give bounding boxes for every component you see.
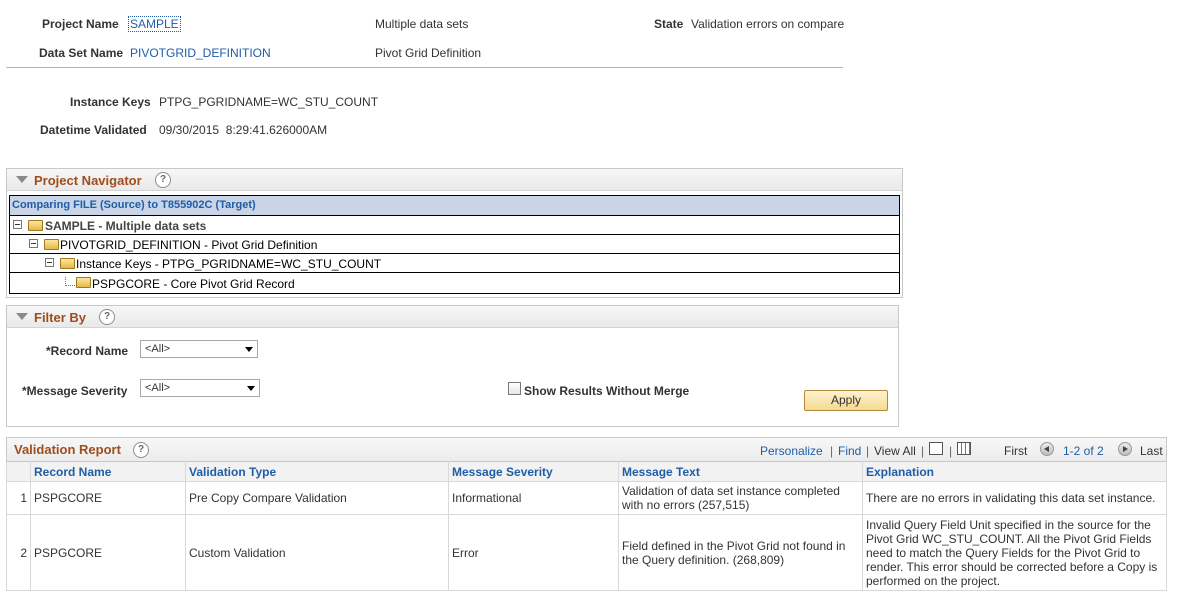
grid-header-row: Record Name Validation Type Message Seve… — [6, 461, 1167, 482]
validation-type-cell: Custom Validation — [185, 514, 449, 591]
project-name-label: Project Name — [42, 17, 119, 31]
validation-report-title: Validation Report — [14, 442, 121, 457]
state-label: State — [654, 17, 684, 31]
column-header-message-severity[interactable]: Message Severity — [448, 461, 619, 482]
column-header-validation-type[interactable]: Validation Type — [185, 461, 449, 482]
tree-node-label[interactable]: PSPGCORE - Core Pivot Grid Record — [92, 277, 295, 291]
explanation-cell: Invalid Query Field Unit specified in th… — [862, 514, 1167, 591]
datetime-validated-value: 09/30/2015 8:29:41.626000AM — [159, 123, 328, 137]
download-spreadsheet-icon[interactable] — [957, 442, 971, 455]
message-severity-label: *Message Severity — [22, 384, 128, 398]
data-set-name-label: Data Set Name — [39, 46, 124, 60]
previous-arrow-icon[interactable] — [1040, 442, 1054, 456]
tree-node-project[interactable]: SAMPLE - Multiple data sets — [10, 215, 899, 234]
record-name-label: *Record Name — [46, 344, 129, 358]
tree-node-data-set[interactable]: PIVOTGRID_DEFINITION - Pivot Grid Defini… — [10, 234, 899, 253]
collapse-minus-icon[interactable] — [29, 239, 38, 248]
next-arrow-icon[interactable] — [1118, 442, 1132, 456]
folder-open-icon — [44, 239, 59, 250]
header-divider — [6, 67, 843, 68]
separator: | — [949, 444, 953, 458]
filter-by-panel: Filter By ? — [6, 305, 899, 427]
column-header-record-name[interactable]: Record Name — [30, 461, 186, 482]
help-icon[interactable]: ? — [155, 172, 171, 188]
instance-keys-value: PTPG_PGRIDNAME=WC_STU_COUNT — [159, 95, 379, 109]
folder-open-icon — [60, 258, 75, 269]
record-name-cell: PSPGCORE — [30, 514, 186, 591]
message-severity-select-value: <All> — [145, 382, 171, 394]
folder-open-icon — [76, 277, 91, 288]
data-set-name-link[interactable]: PIVOTGRID_DEFINITION — [130, 46, 271, 60]
column-header-message-text[interactable]: Message Text — [618, 461, 863, 482]
filter-by-title: Filter By — [34, 310, 87, 325]
project-navigator-header[interactable]: Project Navigator ? — [7, 169, 902, 191]
separator: | — [921, 444, 925, 458]
filter-by-header[interactable]: Filter By ? — [7, 306, 898, 328]
collapse-triangle-icon[interactable] — [16, 313, 28, 320]
tree-connector — [65, 277, 75, 286]
row-number: 2 — [6, 514, 31, 591]
apply-button[interactable]: Apply — [804, 390, 888, 411]
collapse-minus-icon[interactable] — [45, 258, 54, 267]
help-icon[interactable]: ? — [133, 442, 149, 458]
datetime-validated-label: Datetime Validated — [40, 123, 147, 137]
validation-type-cell: Pre Copy Compare Validation — [185, 481, 449, 515]
view-all-link[interactable]: View All — [874, 444, 916, 458]
project-tree: Comparing FILE (Source) to T855902C (Tar… — [9, 195, 900, 294]
separator: | — [830, 444, 834, 458]
explanation-cell: There are no errors in validating this d… — [862, 481, 1167, 515]
tree-node-label[interactable]: SAMPLE - Multiple data sets — [45, 219, 206, 233]
show-results-label: Show Results Without Merge — [524, 384, 690, 398]
first-label[interactable]: First — [1004, 444, 1027, 458]
folder-open-icon — [28, 220, 43, 231]
validation-report-header: Validation Report ? Personalize | Find |… — [6, 437, 1167, 461]
record-name-select-value: <All> — [145, 343, 171, 355]
message-text-cell: Field defined in the Pivot Grid not foun… — [618, 514, 863, 591]
help-icon[interactable]: ? — [99, 309, 115, 325]
collapse-triangle-icon[interactable] — [16, 176, 28, 183]
validation-report-grid: Record Name Validation Type Message Seve… — [6, 461, 1167, 591]
show-results-checkbox[interactable] — [508, 382, 521, 395]
row-number-header — [6, 461, 31, 482]
message-severity-cell: Error — [448, 514, 619, 591]
collapse-minus-icon[interactable] — [13, 220, 22, 229]
tree-node-record[interactable]: PSPGCORE - Core Pivot Grid Record — [10, 272, 899, 293]
record-name-select[interactable]: <All> — [140, 340, 258, 358]
project-navigator-title: Project Navigator — [34, 173, 142, 188]
chevron-down-icon — [247, 386, 255, 391]
tree-node-label[interactable]: Instance Keys - PTPG_PGRIDNAME=WC_STU_CO… — [76, 257, 381, 271]
tree-node-instance-keys[interactable]: Instance Keys - PTPG_PGRIDNAME=WC_STU_CO… — [10, 253, 899, 272]
table-row: 2 PSPGCORE Custom Validation Error Field… — [6, 514, 1167, 591]
message-text-cell: Validation of data set instance complete… — [618, 481, 863, 515]
instance-keys-label: Instance Keys — [70, 95, 151, 109]
last-label[interactable]: Last — [1140, 444, 1163, 458]
data-set-description: Pivot Grid Definition — [375, 46, 482, 60]
find-link[interactable]: Find — [838, 444, 861, 458]
separator: | — [866, 444, 870, 458]
chevron-down-icon — [245, 347, 253, 352]
project-name-link[interactable]: SAMPLE — [128, 16, 181, 32]
personalize-link[interactable]: Personalize — [760, 444, 823, 458]
state-value: Validation errors on compare — [691, 17, 845, 31]
column-header-explanation[interactable]: Explanation — [862, 461, 1167, 482]
tree-caption: Comparing FILE (Source) to T855902C (Tar… — [10, 196, 899, 215]
new-window-icon[interactable] — [929, 442, 943, 455]
message-severity-select[interactable]: <All> — [140, 379, 260, 397]
tree-caption-text: Comparing FILE (Source) to T855902C (Tar… — [12, 199, 256, 211]
row-number: 1 — [6, 481, 31, 515]
range-counter: 1-2 of 2 — [1063, 444, 1104, 458]
table-row: 1 PSPGCORE Pre Copy Compare Validation I… — [6, 481, 1167, 515]
tree-node-label[interactable]: PIVOTGRID_DEFINITION - Pivot Grid Defini… — [60, 238, 317, 252]
message-severity-cell: Informational — [448, 481, 619, 515]
record-name-cell: PSPGCORE — [30, 481, 186, 515]
project-description: Multiple data sets — [375, 17, 469, 31]
